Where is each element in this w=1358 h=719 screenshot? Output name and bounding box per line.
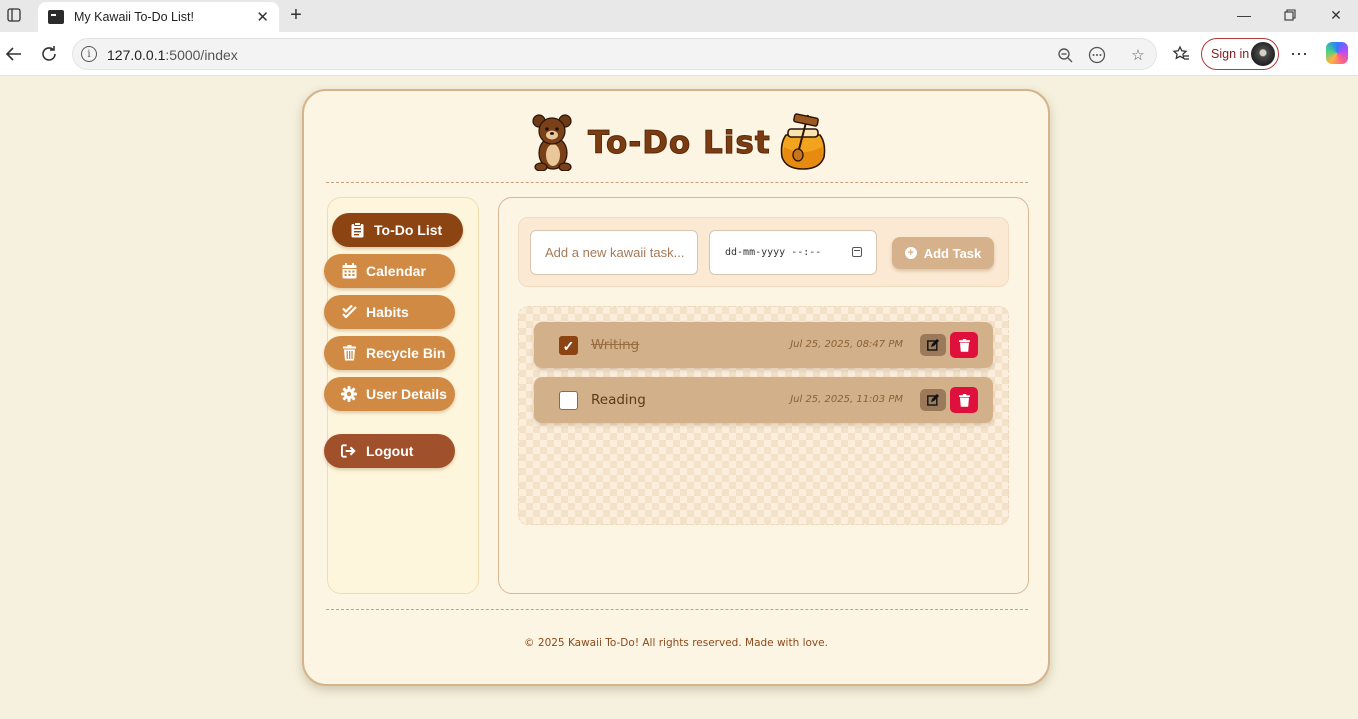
- logout-button[interactable]: Logout: [324, 434, 455, 468]
- task-item: ✓ Writing Jul 25, 2025, 08:47 PM: [534, 322, 993, 368]
- date-picker-icon[interactable]: [852, 247, 862, 257]
- favorite-star-icon[interactable]: ☆: [1128, 45, 1148, 65]
- edit-icon: [927, 339, 939, 351]
- teddy-bear-icon: [532, 114, 572, 171]
- back-icon[interactable]: [2, 42, 26, 66]
- task-list: ✓ Writing Jul 25, 2025, 08:47 PM Reading…: [518, 306, 1009, 525]
- task-item: Reading Jul 25, 2025, 11:03 PM: [534, 377, 993, 423]
- plus-circle-icon: +: [904, 247, 917, 259]
- header-divider: [326, 182, 1028, 183]
- edit-icon: [927, 394, 939, 406]
- task-date: Jul 25, 2025, 08:47 PM: [790, 339, 903, 350]
- add-task-button[interactable]: + Add Task: [892, 237, 994, 269]
- site-info-icon[interactable]: i: [81, 46, 97, 62]
- edit-task-button[interactable]: [920, 334, 946, 356]
- refresh-icon[interactable]: [37, 42, 61, 66]
- trash-icon: [958, 393, 970, 407]
- url-text: 127.0.0.1:5000/index: [107, 47, 238, 63]
- settings-more-icon[interactable]: ⋯: [1287, 42, 1311, 66]
- gear-icon: [341, 386, 357, 402]
- delete-task-button[interactable]: [950, 332, 978, 358]
- add-task-label: Add Task: [923, 245, 982, 261]
- sidebar-item-calendar[interactable]: Calendar: [324, 254, 455, 288]
- terminal-favicon-icon: [48, 10, 64, 24]
- sign-in-button[interactable]: Sign in: [1201, 38, 1279, 70]
- clipboard-icon: [349, 222, 365, 238]
- app-header: To-Do List: [304, 91, 1048, 183]
- task-checkbox-checked[interactable]: ✓: [559, 336, 578, 355]
- minimize-icon[interactable]: —: [1232, 3, 1256, 27]
- double-check-icon: [341, 304, 357, 320]
- copilot-icon[interactable]: [1326, 42, 1348, 64]
- sign-out-icon: [341, 443, 357, 459]
- restore-icon[interactable]: [1278, 3, 1302, 27]
- sidebar-item-label: Recycle Bin: [366, 345, 446, 361]
- due-date-input[interactable]: dd-mm-yyyy --:--: [709, 230, 877, 275]
- close-tab-icon[interactable]: ✕: [256, 8, 269, 26]
- browser-tab-bar: My Kawaii To-Do List! ✕ + — ✕: [0, 0, 1358, 32]
- trash-icon: [341, 345, 357, 361]
- trash-icon: [958, 338, 970, 352]
- sidebar-item-user-details[interactable]: User Details: [324, 377, 455, 411]
- sidebar-item-label: User Details: [366, 386, 447, 402]
- delete-task-button[interactable]: [950, 387, 978, 413]
- task-name: Reading: [591, 392, 646, 408]
- avatar: [1251, 42, 1275, 66]
- task-input[interactable]: [530, 230, 698, 275]
- browser-toolbar: i 127.0.0.1:5000/index ☆ Sign in ⋯: [0, 32, 1358, 76]
- sidebar-item-habits[interactable]: Habits: [324, 295, 455, 329]
- task-checkbox[interactable]: [559, 391, 578, 410]
- sidebar: To-Do List Calendar Habits Recycle Bin U…: [324, 197, 479, 594]
- new-tab-icon[interactable]: +: [284, 3, 308, 27]
- date-placeholder: dd-mm-yyyy --:--: [725, 247, 822, 258]
- sidebar-item-recycle-bin[interactable]: Recycle Bin: [324, 336, 455, 370]
- browser-tab[interactable]: My Kawaii To-Do List! ✕: [38, 2, 279, 32]
- logout-label: Logout: [366, 443, 414, 459]
- favorites-icon[interactable]: [1169, 42, 1193, 66]
- edit-task-button[interactable]: [920, 389, 946, 411]
- sign-in-label: Sign in: [1211, 47, 1250, 61]
- honey-jar-icon: [780, 113, 826, 170]
- more-page-options-icon[interactable]: [1087, 45, 1107, 65]
- footer-text: © 2025 Kawaii To-Do! All rights reserved…: [524, 637, 828, 649]
- todo-card: To-Do List To-Do List Calendar Habits Re…: [302, 89, 1050, 686]
- main-panel: dd-mm-yyyy --:-- + Add Task ✓ Writing Ju…: [498, 197, 1029, 594]
- sidebar-item-todo-list[interactable]: To-Do List: [332, 213, 463, 247]
- add-task-form: dd-mm-yyyy --:-- + Add Task: [518, 217, 1009, 287]
- task-name: Writing: [591, 337, 640, 353]
- zoom-out-icon[interactable]: [1055, 45, 1075, 65]
- tab-title: My Kawaii To-Do List!: [74, 10, 194, 24]
- tab-actions-icon[interactable]: [2, 3, 26, 27]
- calendar-icon: [341, 263, 357, 279]
- sidebar-item-label: Habits: [366, 304, 409, 320]
- sidebar-item-label: Calendar: [366, 263, 426, 279]
- address-bar[interactable]: i 127.0.0.1:5000/index ☆: [72, 38, 1157, 70]
- sidebar-item-label: To-Do List: [374, 222, 443, 238]
- page-title: To-Do List: [588, 125, 771, 162]
- footer-divider: [326, 609, 1028, 610]
- close-window-icon[interactable]: ✕: [1324, 3, 1348, 27]
- task-date: Jul 25, 2025, 11:03 PM: [790, 394, 903, 405]
